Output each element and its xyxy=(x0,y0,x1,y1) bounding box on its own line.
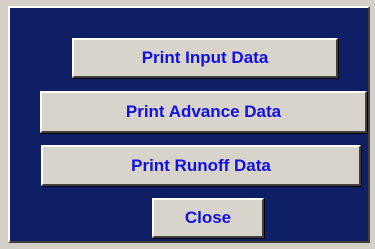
print-input-data-label: Print Input Data xyxy=(141,48,269,67)
print-advance-data-button[interactable]: Print Advance Data xyxy=(40,91,367,133)
dialog-window: Print Input Data Print Advance Data Prin… xyxy=(0,0,375,249)
print-runoff-data-button[interactable]: Print Runoff Data xyxy=(41,145,361,186)
print-runoff-data-label: Print Runoff Data xyxy=(131,155,271,175)
close-button[interactable]: Close xyxy=(152,198,264,238)
button-panel: Print Input Data Print Advance Data Prin… xyxy=(8,6,370,243)
print-input-data-button[interactable]: Print Input Data xyxy=(72,38,338,78)
close-label: Close xyxy=(184,208,232,227)
print-advance-data-label: Print Advance Data xyxy=(125,102,282,121)
